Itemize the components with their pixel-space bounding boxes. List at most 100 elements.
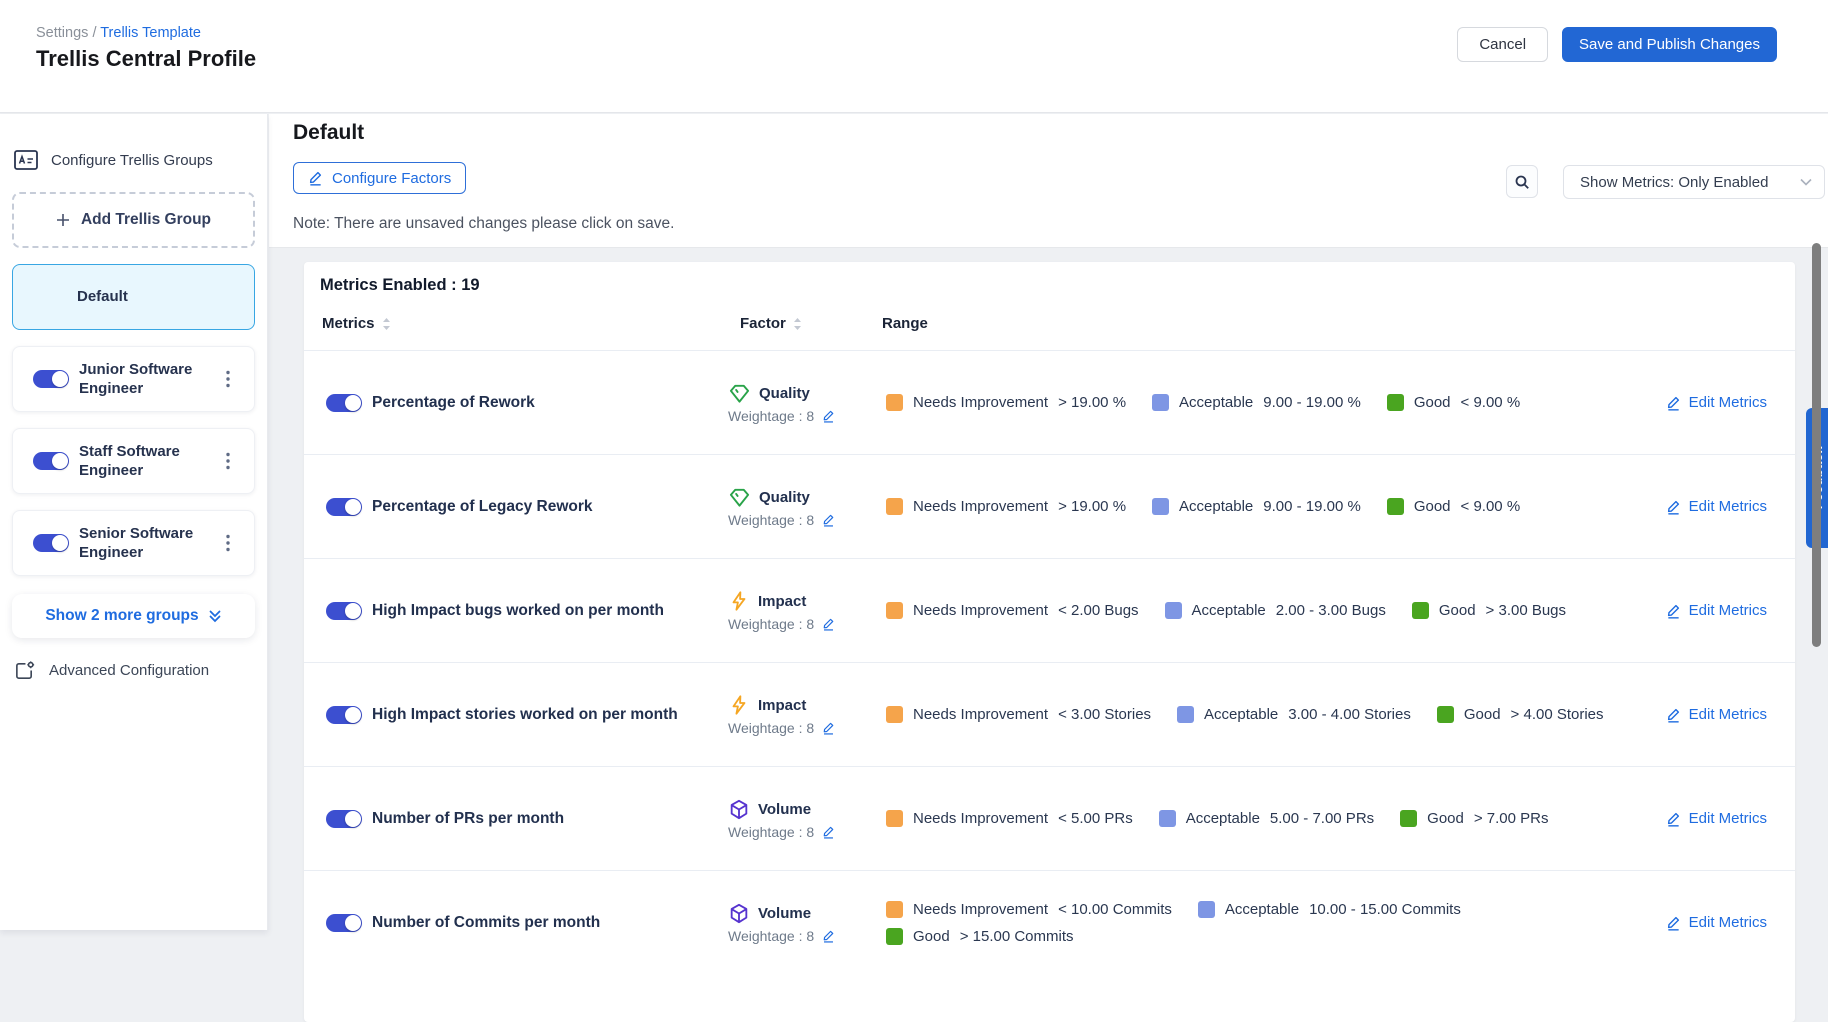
range-value: < 2.00 Bugs (1058, 602, 1138, 619)
edit-metrics-link[interactable]: Edit Metrics (1666, 871, 1767, 974)
plus-icon (56, 213, 70, 227)
edit-weightage-icon[interactable] (822, 929, 835, 943)
range-swatch-acceptable (1159, 810, 1176, 827)
factor-label: Volume (758, 801, 811, 818)
weightage-value: Weightage : 8 (728, 408, 814, 424)
edit-pencil-icon (1666, 707, 1681, 723)
id-card-icon (14, 150, 38, 170)
range-chip-acceptable: Acceptable5.00 - 7.00 PRs (1159, 810, 1374, 827)
edit-metrics-link[interactable]: Edit Metrics (1666, 455, 1767, 558)
impact-icon (728, 589, 750, 613)
edit-weightage-icon[interactable] (822, 721, 835, 735)
range-level-label: Good (913, 928, 950, 945)
metrics-enabled-count: Metrics Enabled : 19 (320, 276, 1795, 295)
edit-weightage-icon[interactable] (822, 617, 835, 631)
range-value: > 7.00 PRs (1474, 810, 1549, 827)
table-column-header: Metrics Factor Range (304, 295, 1795, 350)
sidebar: Configure Trellis Groups Add Trellis Gro… (0, 114, 268, 930)
metric-enabled-toggle[interactable] (326, 394, 362, 412)
weightage-value: Weightage : 8 (728, 720, 814, 736)
metric-name: Percentage of Rework (372, 351, 717, 454)
group-enabled-toggle[interactable] (33, 452, 69, 470)
breadcrumb-trellis-template[interactable]: Trellis Template (100, 25, 201, 41)
double-chevron-down-icon (208, 609, 222, 623)
range-cell: Needs Improvement< 10.00 CommitsAcceptab… (886, 871, 1664, 974)
edit-metrics-link[interactable]: Edit Metrics (1666, 559, 1767, 662)
weightage-value: Weightage : 8 (728, 512, 814, 528)
edit-weightage-icon[interactable] (822, 825, 835, 839)
add-trellis-group-label: Add Trellis Group (81, 211, 211, 229)
advanced-configuration-button[interactable]: Advanced Configuration (14, 660, 267, 681)
range-chip-good: Good> 15.00 Commits (886, 928, 1074, 945)
breadcrumb-settings[interactable]: Settings (36, 25, 88, 41)
group-card[interactable]: Junior Software Engineer (12, 346, 255, 412)
edit-metrics-label: Edit Metrics (1689, 394, 1767, 411)
group-enabled-toggle[interactable] (33, 534, 69, 552)
group-card[interactable]: Staff Software Engineer (12, 428, 255, 494)
edit-metrics-link[interactable]: Edit Metrics (1666, 663, 1767, 766)
show-more-groups-label: Show 2 more groups (45, 607, 198, 625)
edit-metrics-label: Edit Metrics (1689, 914, 1767, 931)
show-metrics-dropdown[interactable]: Show Metrics: Only Enabled (1563, 165, 1825, 199)
vertical-scrollbar[interactable] (1812, 243, 1821, 647)
chevron-down-icon (1800, 178, 1812, 186)
range-swatch-needs_improvement (886, 901, 903, 918)
edit-pencil-icon (1666, 603, 1681, 619)
metric-name: High Impact bugs worked on per month (372, 559, 717, 662)
range-swatch-good (1400, 810, 1417, 827)
range-chip-acceptable: Acceptable3.00 - 4.00 Stories (1177, 706, 1411, 723)
search-button[interactable] (1506, 165, 1538, 198)
range-level-label: Good (1427, 810, 1464, 827)
range-value: 2.00 - 3.00 Bugs (1276, 602, 1386, 619)
cancel-button[interactable]: Cancel (1457, 27, 1548, 62)
show-more-groups-button[interactable]: Show 2 more groups (12, 594, 255, 638)
edit-pencil-icon (1666, 499, 1681, 515)
app-header: Settings / Trellis Template Trellis Cent… (0, 0, 1828, 113)
metric-row: Percentage of Legacy Rework Quality Weig… (304, 454, 1795, 558)
group-label: Staff Software Engineer (79, 442, 219, 481)
range-chip-acceptable: Acceptable2.00 - 3.00 Bugs (1165, 602, 1386, 619)
range-level-label: Needs Improvement (913, 498, 1048, 515)
edit-metrics-label: Edit Metrics (1689, 498, 1767, 515)
edit-metrics-link[interactable]: Edit Metrics (1666, 767, 1767, 870)
group-card[interactable]: Senior Software Engineer (12, 510, 255, 576)
metric-row: High Impact stories worked on per month … (304, 662, 1795, 766)
show-metrics-dropdown-value: Show Metrics: Only Enabled (1580, 174, 1800, 191)
sort-icon[interactable] (793, 317, 802, 331)
save-and-publish-button[interactable]: Save and Publish Changes (1562, 27, 1777, 62)
metric-row: Number of PRs per month Volume Weightage… (304, 766, 1795, 870)
metric-enabled-toggle[interactable] (326, 914, 362, 932)
group-enabled-toggle[interactable] (33, 370, 69, 388)
header-actions: Cancel Save and Publish Changes (1457, 27, 1777, 62)
kebab-menu-icon[interactable] (219, 448, 237, 474)
breadcrumb: Settings / Trellis Template (36, 25, 201, 41)
range-chip-acceptable: Acceptable9.00 - 19.00 % (1152, 394, 1361, 411)
metric-enabled-toggle[interactable] (326, 810, 362, 828)
range-level-label: Acceptable (1179, 394, 1253, 411)
range-value: 9.00 - 19.00 % (1263, 498, 1361, 515)
metric-row: Number of Commits per month Volume Weigh… (304, 870, 1795, 974)
group-label: Junior Software Engineer (79, 360, 219, 399)
group-card-default[interactable]: Default (12, 264, 255, 330)
configure-trellis-groups-label: Configure Trellis Groups (51, 152, 213, 169)
edit-metrics-label: Edit Metrics (1689, 602, 1767, 619)
metric-enabled-toggle[interactable] (326, 602, 362, 620)
range-swatch-good (1387, 498, 1404, 515)
edit-weightage-icon[interactable] (822, 409, 835, 423)
edit-metrics-link[interactable]: Edit Metrics (1666, 351, 1767, 454)
metric-enabled-toggle[interactable] (326, 706, 362, 724)
range-chip-acceptable: Acceptable9.00 - 19.00 % (1152, 498, 1361, 515)
range-swatch-needs_improvement (886, 706, 903, 723)
kebab-menu-icon[interactable] (219, 530, 237, 556)
sort-icon[interactable] (382, 317, 391, 331)
configure-factors-button[interactable]: Configure Factors (293, 162, 466, 194)
edit-weightage-icon[interactable] (822, 513, 835, 527)
range-value: > 4.00 Stories (1511, 706, 1604, 723)
add-trellis-group-button[interactable]: Add Trellis Group (12, 192, 255, 248)
range-chip-needs_improvement: Needs Improvement> 19.00 % (886, 394, 1126, 411)
factor-cell: Quality Weightage : 8 (728, 455, 878, 558)
factor-cell: Impact Weightage : 8 (728, 663, 878, 766)
metric-enabled-toggle[interactable] (326, 498, 362, 516)
kebab-menu-icon[interactable] (219, 366, 237, 392)
range-value: < 10.00 Commits (1058, 901, 1172, 918)
